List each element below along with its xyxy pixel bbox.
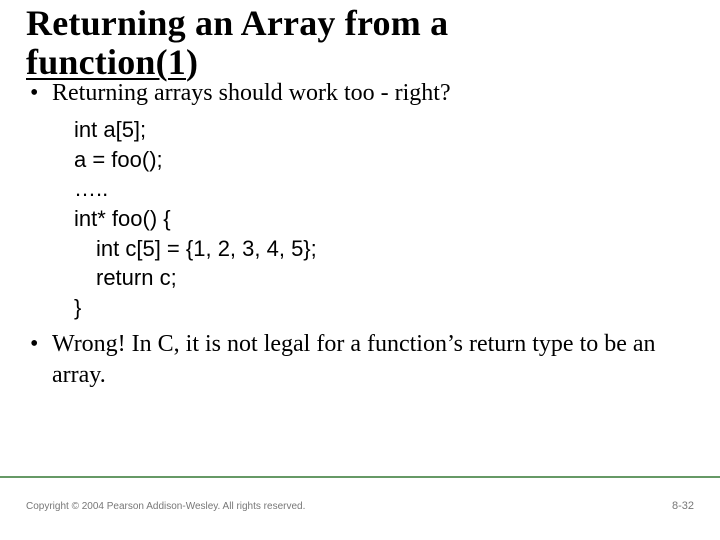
- bullet-list: Wrong! In C, it is not legal for a funct…: [26, 329, 694, 391]
- bullet-item: Wrong! In C, it is not legal for a funct…: [26, 329, 694, 391]
- code-block: int a[5]; a = foo(); ….. int* foo() { in…: [74, 115, 694, 323]
- code-line: return c;: [74, 265, 177, 290]
- code-line: …..: [74, 176, 108, 201]
- slide-body: Returning arrays should work too - right…: [26, 78, 694, 391]
- bullet-text: Wrong! In C, it is not legal for a funct…: [52, 331, 656, 388]
- copyright-text: Copyright © 2004 Pearson Addison-Wesley.…: [26, 501, 305, 512]
- slide: Returning an Array from a function(1) Re…: [0, 0, 720, 540]
- bullet-text: Returning arrays should work too - right…: [52, 80, 451, 106]
- bullet-list: Returning arrays should work too - right…: [26, 78, 694, 109]
- slide-title: Returning an Array from a function(1): [26, 4, 694, 82]
- code-line: a = foo();: [74, 147, 163, 172]
- code-line: int* foo() {: [74, 206, 171, 231]
- footer-divider: [0, 476, 720, 478]
- code-line: }: [74, 295, 81, 320]
- code-line: int a[5];: [74, 117, 146, 142]
- bullet-item: Returning arrays should work too - right…: [26, 78, 694, 109]
- title-line2-prefix: function(1: [26, 42, 186, 82]
- title-line1: Returning an Array from a: [26, 3, 448, 43]
- page-number: 8-32: [672, 500, 694, 512]
- code-line: int c[5] = {1, 2, 3, 4, 5};: [74, 236, 317, 261]
- title-line2-suffix: ): [186, 42, 198, 82]
